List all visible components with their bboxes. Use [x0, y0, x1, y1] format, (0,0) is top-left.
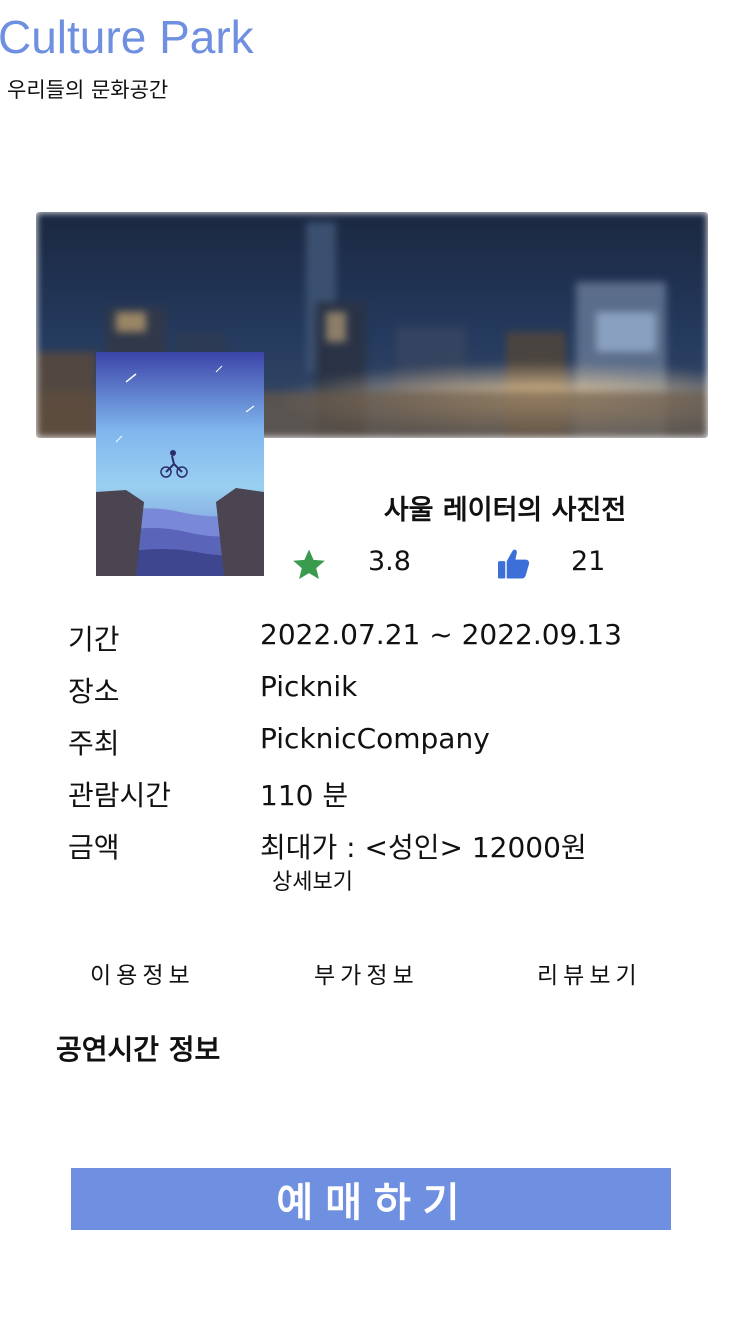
tagline: 우리들의 문화공간	[7, 78, 169, 102]
info-value: 최대가 : <성인> 12000원	[260, 831, 587, 864]
info-value: 2022.07.21 ~ 2022.09.13	[260, 618, 622, 651]
tab-bar: 이용정보 부가정보 리뷰보기	[0, 956, 742, 996]
reserve-button[interactable]: 예매하기	[71, 1168, 671, 1230]
tab-reviews[interactable]: 리뷰보기	[537, 956, 642, 990]
rating-value: 3.8	[368, 546, 411, 577]
info-label: 주최	[68, 727, 120, 760]
brand-logo[interactable]: Culture Park	[0, 10, 254, 64]
exhibition-title: 사울 레이터의 사진전	[383, 495, 627, 526]
info-row-period: 기간 2022.07.21 ~ 2022.09.13	[68, 618, 668, 662]
likes-count: 21	[571, 546, 606, 577]
thumbs-up-icon[interactable]	[496, 548, 532, 584]
info-label: 관람시간	[68, 779, 172, 812]
info-value: PicknicCompany	[260, 722, 490, 755]
info-value: 110 분	[260, 779, 349, 812]
info-label: 장소	[68, 675, 120, 708]
info-row-host: 주최 PicknicCompany	[68, 722, 668, 766]
info-label: 금액	[68, 831, 120, 864]
info-row-price: 금액 최대가 : <성인> 12000원	[68, 826, 668, 870]
info-row-runtime: 관람시간 110 분	[68, 774, 668, 818]
price-details-link[interactable]: 상세보기	[272, 864, 353, 896]
tab-usage-info[interactable]: 이용정보	[90, 956, 195, 990]
info-row-venue: 장소 Picknik	[68, 670, 668, 714]
tab-additional-info[interactable]: 부가정보	[314, 956, 419, 990]
star-icon	[291, 548, 327, 586]
poster-image	[96, 352, 264, 576]
info-label: 기간	[68, 623, 120, 656]
info-value: Picknik	[260, 670, 358, 703]
section-title: 공연시간 정보	[56, 1033, 221, 1066]
